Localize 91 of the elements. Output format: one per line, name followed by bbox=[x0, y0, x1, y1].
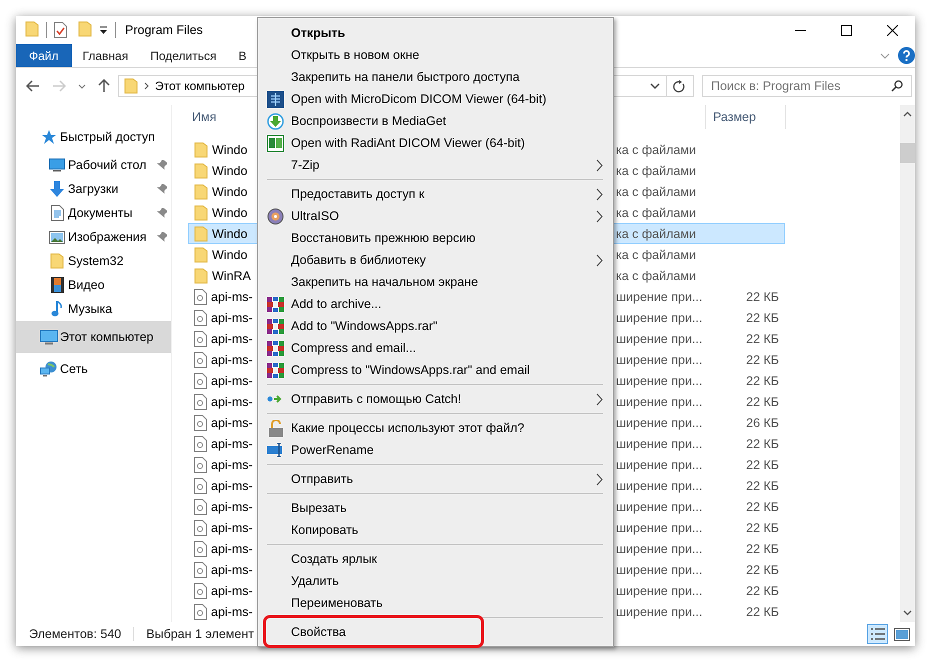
file-size: 22 КБ bbox=[745, 352, 779, 366]
menu-item-label: Вырезать bbox=[291, 501, 347, 515]
file-type: ширение при... bbox=[616, 416, 704, 430]
file-size: 22 КБ bbox=[745, 500, 779, 514]
file-name: api-ms- bbox=[211, 562, 253, 576]
file-type: ка с файлами bbox=[616, 226, 697, 240]
menu-item-label: Открыть в новом окне bbox=[291, 48, 420, 62]
file-size: 22 КБ bbox=[745, 478, 779, 492]
file-name: WinRA bbox=[212, 268, 251, 282]
file-name: api-ms- bbox=[211, 374, 253, 388]
file-type: ка с файлами bbox=[616, 206, 697, 220]
menu-item-label: Open with MicroDicom DICOM Viewer (64-bit) bbox=[291, 92, 546, 106]
file-type: ка с файлами bbox=[616, 248, 697, 262]
menu-item-label: 7-Zip bbox=[291, 158, 320, 172]
file-size: 26 КБ bbox=[745, 416, 779, 430]
file-size: 22 КБ bbox=[745, 520, 779, 534]
file-name: api-ms- bbox=[211, 584, 253, 598]
file-name: api-ms- bbox=[211, 416, 253, 430]
menu-item-label: Add to "WindowsApps.rar" bbox=[291, 319, 438, 333]
file-type: ширение при... bbox=[616, 604, 704, 618]
file-name: api-ms- bbox=[211, 310, 253, 324]
file-size: 22 КБ bbox=[745, 584, 779, 598]
file-name: Windo bbox=[212, 206, 248, 220]
file-type: ширение при... bbox=[616, 332, 704, 346]
file-name: api-ms- bbox=[211, 520, 253, 534]
file-name: Windo bbox=[212, 248, 248, 262]
menu-item-label: Закрепить на панели быстрого доступа bbox=[291, 70, 520, 84]
file-name: api-ms- bbox=[211, 332, 253, 346]
file-size: 22 КБ bbox=[745, 458, 779, 472]
file-size: 22 КБ bbox=[745, 394, 779, 408]
menu-item-label: Добавить в библиотеку bbox=[291, 253, 426, 267]
menu-item-label: Compress and email... bbox=[291, 341, 416, 355]
file-name: Windo bbox=[212, 184, 248, 198]
menu-item-label: Add to archive... bbox=[291, 297, 382, 311]
menu-item-label: Переименовать bbox=[291, 596, 383, 610]
menu-item-label: Compress to "WindowsApps.rar" and email bbox=[291, 363, 530, 377]
menu-item-label: Восстановить прежнюю версию bbox=[291, 231, 476, 245]
file-name: api-ms- bbox=[211, 352, 253, 366]
menu-item-label: Закрепить на начальном экране bbox=[291, 275, 478, 289]
file-name: api-ms- bbox=[211, 604, 253, 618]
menu-item-label: Какие процессы используют этот файл? bbox=[291, 421, 524, 435]
file-size: 22 КБ bbox=[745, 290, 779, 304]
file-type: ширение при... bbox=[616, 458, 704, 472]
file-type: ширение при... bbox=[616, 542, 704, 556]
file-type: ка с файлами bbox=[616, 268, 697, 282]
file-name: api-ms- bbox=[211, 500, 253, 514]
file-name: api-ms- bbox=[211, 436, 253, 450]
menu-item-label: UltraISO bbox=[291, 209, 339, 223]
file-type: ширение при... bbox=[616, 352, 704, 366]
file-size: 22 КБ bbox=[745, 310, 779, 324]
menu-item-label: Создать ярлык bbox=[291, 552, 378, 566]
file-name: Windo bbox=[212, 142, 248, 156]
file-name: Windo bbox=[212, 226, 248, 240]
file-name: api-ms- bbox=[211, 290, 253, 304]
file-type: ширение при... bbox=[616, 436, 704, 450]
file-type: ширение при... bbox=[616, 290, 704, 304]
file-size: 22 КБ bbox=[745, 374, 779, 388]
file-type: ширение при... bbox=[616, 562, 704, 576]
file-name: api-ms- bbox=[211, 458, 253, 472]
file-name: Windo bbox=[212, 164, 248, 178]
menu-item-label: Отправить bbox=[291, 472, 353, 486]
file-size: 22 КБ bbox=[745, 542, 779, 556]
file-size: 22 КБ bbox=[745, 332, 779, 346]
file-size: 22 КБ bbox=[745, 604, 779, 618]
file-type: ка с файлами bbox=[616, 184, 697, 198]
menu-item-label: Копировать bbox=[291, 523, 358, 537]
menu-item-label: Отправить с помощью Catch! bbox=[291, 392, 462, 406]
file-type: ка с файлами bbox=[616, 142, 697, 156]
file-type: ширение при... bbox=[616, 394, 704, 408]
file-type: ширение при... bbox=[616, 500, 704, 514]
menu-item-label: Open with RadiAnt DICOM Viewer (64-bit) bbox=[291, 136, 525, 150]
file-type: ширение при... bbox=[616, 478, 704, 492]
file-type: ширение при... bbox=[616, 520, 704, 534]
menu-item-label: Свойства bbox=[291, 625, 346, 639]
file-type: ширение при... bbox=[616, 310, 704, 324]
menu-item-label: Открыть bbox=[291, 26, 346, 40]
selection-count: Выбран 1 элемент bbox=[146, 627, 254, 641]
file-name: api-ms- bbox=[211, 478, 253, 492]
menu-item-label: Удалить bbox=[291, 574, 339, 588]
menu-item-label: Воспроизвести в MediaGet bbox=[291, 114, 446, 128]
item-count: Элементов: 540 bbox=[29, 627, 122, 641]
file-type: ка с файлами bbox=[616, 164, 697, 178]
menu-item-label: Предоставить доступ к bbox=[291, 187, 424, 201]
file-type: ширение при... bbox=[616, 374, 704, 388]
file-name: api-ms- bbox=[211, 542, 253, 556]
file-type: ширение при... bbox=[616, 584, 704, 598]
file-size: 22 КБ bbox=[745, 562, 779, 576]
file-size: 22 КБ bbox=[745, 436, 779, 450]
menu-item-label: PowerRename bbox=[291, 443, 374, 457]
file-name: api-ms- bbox=[211, 394, 253, 408]
window-title: Program Files bbox=[125, 23, 203, 37]
